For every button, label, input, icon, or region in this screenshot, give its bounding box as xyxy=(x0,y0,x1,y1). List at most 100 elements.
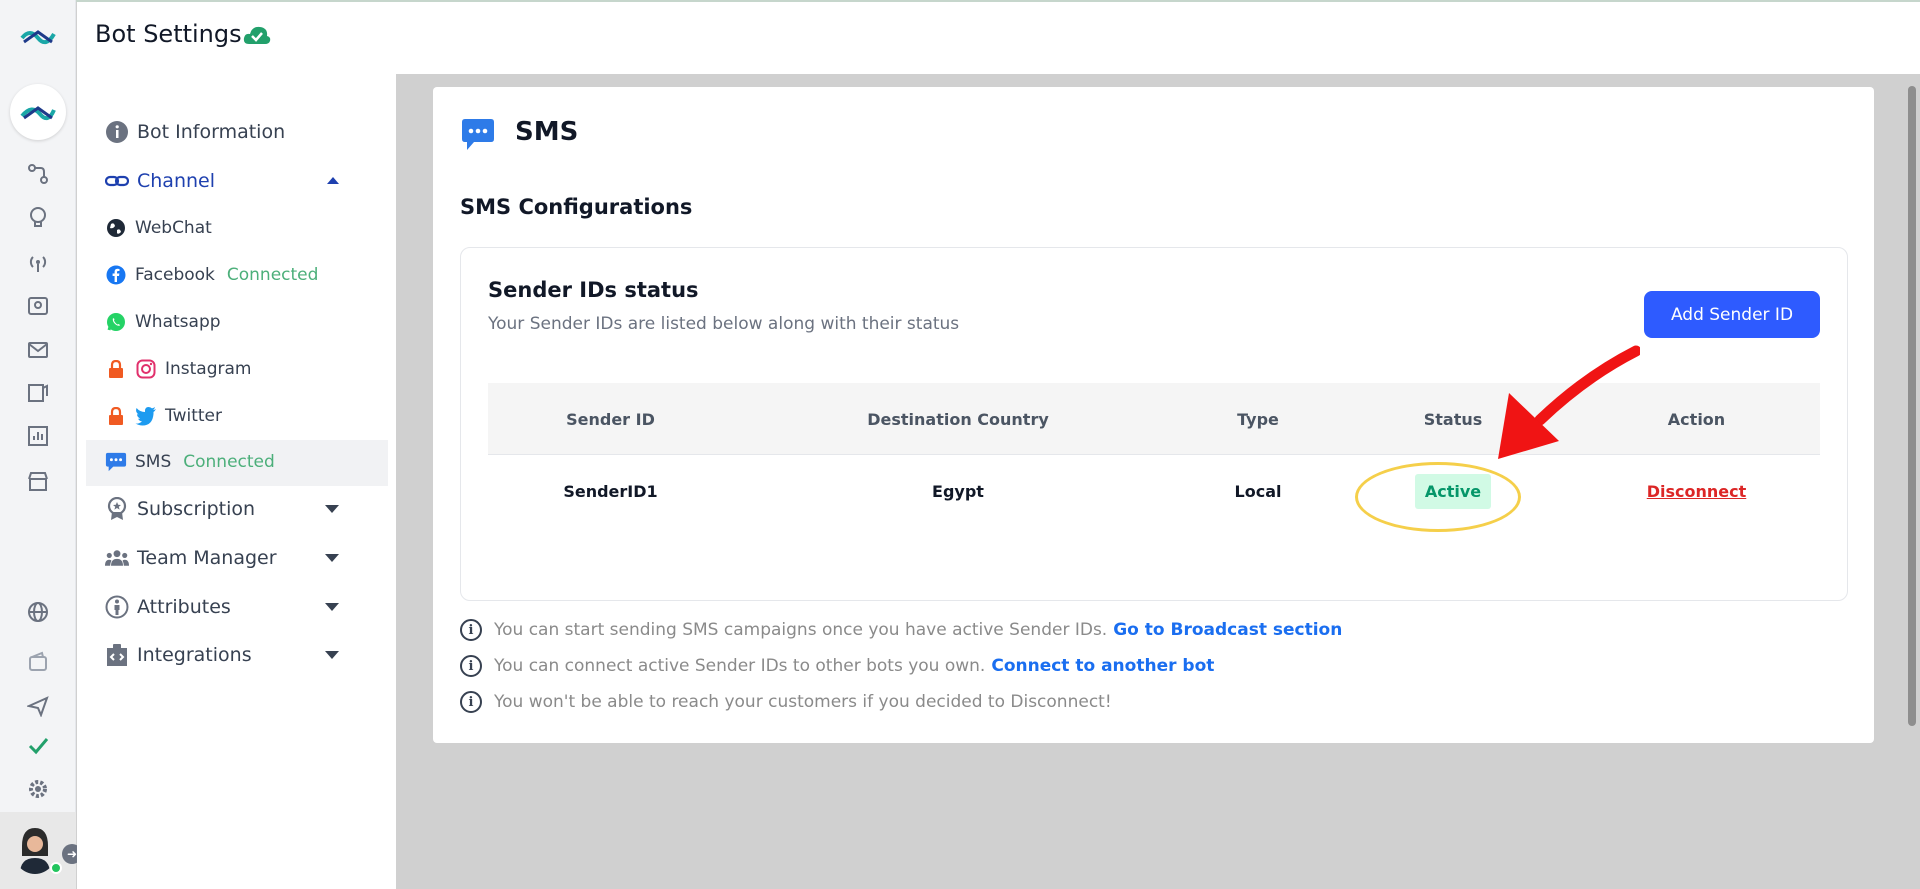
type-cell: Local xyxy=(1234,481,1282,501)
sidebar-channel-whatsapp[interactable]: Whatsapp xyxy=(105,311,221,333)
settings-sidebar: Bot Information Channel WebChat Facebook… xyxy=(77,74,396,889)
action-cell: Disconnect xyxy=(1573,455,1820,527)
sidebar-item-label: Subscription xyxy=(137,498,256,520)
note-message: You won't be able to reach your customer… xyxy=(494,692,1112,712)
mail-icon[interactable] xyxy=(26,338,50,362)
sidebar-channel-facebook[interactable]: Facebook Connected xyxy=(105,264,318,286)
whatsapp-icon xyxy=(105,311,127,333)
award-badge-icon xyxy=(105,497,129,521)
page-title: Bot Settings xyxy=(95,20,242,48)
note-text: You won't be able to reach your customer… xyxy=(494,692,1112,712)
channel-title: SMS xyxy=(515,117,579,147)
channel-label: WebChat xyxy=(135,218,212,238)
chevron-down-icon[interactable] xyxy=(325,505,339,513)
table-row: SenderID1 Egypt Local Active Disconnect xyxy=(488,455,1820,527)
channel-label: SMS xyxy=(135,452,172,472)
column-header: Destination Country xyxy=(867,409,1049,429)
info-circle-icon xyxy=(105,120,129,144)
broadcast-icon[interactable] xyxy=(26,250,50,274)
annotation-highlight-circle xyxy=(1355,462,1521,532)
sidebar-item-label: Bot Information xyxy=(137,121,286,143)
connect-another-bot-link[interactable]: Connect to another bot xyxy=(991,656,1214,676)
note-message: You can connect active Sender IDs to oth… xyxy=(494,656,986,676)
flow-icon[interactable] xyxy=(26,162,50,186)
campaign-icon[interactable] xyxy=(26,381,50,405)
chevron-down-icon[interactable] xyxy=(325,554,339,562)
twitter-icon xyxy=(135,405,157,427)
brain-icon[interactable] xyxy=(26,205,50,229)
settings-gear-icon[interactable] xyxy=(26,777,50,801)
sidebar-item-label: Attributes xyxy=(137,596,231,618)
sms-settings-card: SMS SMS Configurations Sender IDs status… xyxy=(433,87,1874,743)
contacts-icon[interactable] xyxy=(26,294,50,318)
note-text: You can start sending SMS campaigns once… xyxy=(494,620,1342,640)
sidebar-item-subscription[interactable]: Subscription xyxy=(105,497,367,521)
sms-chat-icon xyxy=(105,451,127,473)
sidebar-channel-sms[interactable]: SMS Connected xyxy=(105,451,275,473)
channel-label: Twitter xyxy=(165,406,222,426)
lock-icon xyxy=(105,405,127,427)
info-icon: i xyxy=(460,691,482,713)
person-circle-icon xyxy=(105,595,129,619)
note-message: You can start sending SMS campaigns once… xyxy=(494,620,1108,640)
instagram-icon xyxy=(135,358,157,380)
chevron-down-icon[interactable] xyxy=(325,603,339,611)
globe-icon[interactable] xyxy=(26,600,50,624)
channel-label: Whatsapp xyxy=(135,312,221,332)
channel-label: Facebook xyxy=(135,265,215,285)
facebook-icon xyxy=(105,264,127,286)
sender-id-cell: SenderID1 xyxy=(563,481,658,501)
info-icon: i xyxy=(460,619,482,641)
sidebar-channel-webchat[interactable]: WebChat xyxy=(105,217,212,239)
note-text: You can connect active Sender IDs to oth… xyxy=(494,656,1214,676)
connected-status: Connected xyxy=(183,452,275,472)
column-header: Type xyxy=(1237,409,1279,429)
sidebar-item-attributes[interactable]: Attributes xyxy=(105,595,367,619)
panel-title: Sender IDs status xyxy=(488,278,699,302)
country-cell: Egypt xyxy=(932,481,984,501)
column-header: Sender ID xyxy=(566,409,655,429)
user-profile[interactable]: ➜ xyxy=(0,812,82,889)
sidebar-item-label: Team Manager xyxy=(137,547,277,569)
connected-status: Connected xyxy=(226,265,319,285)
sidebar-item-label: Integrations xyxy=(137,644,252,666)
online-status-dot xyxy=(50,862,62,874)
sidebar-item-integrations[interactable]: Integrations xyxy=(105,643,367,667)
panel-subtitle: Your Sender IDs are listed below along w… xyxy=(488,314,960,334)
link-icon xyxy=(105,169,129,193)
chevron-up-icon[interactable] xyxy=(327,177,339,184)
disconnect-link[interactable]: Disconnect xyxy=(1647,482,1747,501)
channel-label: Instagram xyxy=(165,359,252,379)
lock-icon xyxy=(105,358,127,380)
team-icon xyxy=(105,546,129,570)
info-note: i You won't be able to reach your custom… xyxy=(460,691,1112,713)
sidebar-item-bot-information[interactable]: Bot Information xyxy=(105,120,285,144)
check-icon[interactable] xyxy=(26,733,50,757)
globe-icon xyxy=(105,217,127,239)
bot-logo-icon xyxy=(20,106,56,121)
sidebar-channel-twitter[interactable]: Twitter xyxy=(105,405,222,427)
go-to-broadcast-link[interactable]: Go to Broadcast section xyxy=(1113,620,1342,640)
info-note: i You can connect active Sender IDs to o… xyxy=(460,655,1214,677)
chevron-down-icon[interactable] xyxy=(325,651,339,659)
sidebar-item-team-manager[interactable]: Team Manager xyxy=(105,546,367,570)
sidebar-item-channel[interactable]: Channel xyxy=(105,169,367,193)
section-title: SMS Configurations xyxy=(460,195,693,219)
bot-avatar[interactable] xyxy=(10,84,66,140)
sidebar-item-label: Channel xyxy=(137,170,216,192)
store-icon[interactable] xyxy=(26,469,50,493)
scrollbar[interactable] xyxy=(1908,86,1916,726)
page-header: Bot Settings xyxy=(77,2,1920,74)
info-icon: i xyxy=(460,655,482,677)
sms-chat-icon xyxy=(462,119,494,150)
integrations-box-icon xyxy=(105,643,129,667)
send-icon[interactable] xyxy=(26,694,50,718)
sidebar-channel-instagram[interactable]: Instagram xyxy=(105,358,252,380)
annotation-arrow-icon xyxy=(1498,345,1640,459)
app-logo-icon[interactable] xyxy=(18,22,58,50)
app-rail: ➜ xyxy=(0,0,82,889)
wallet-icon[interactable] xyxy=(26,650,50,674)
analytics-icon[interactable] xyxy=(26,424,50,448)
add-sender-id-button[interactable]: Add Sender ID xyxy=(1644,291,1820,338)
cloud-saved-icon xyxy=(243,26,271,44)
